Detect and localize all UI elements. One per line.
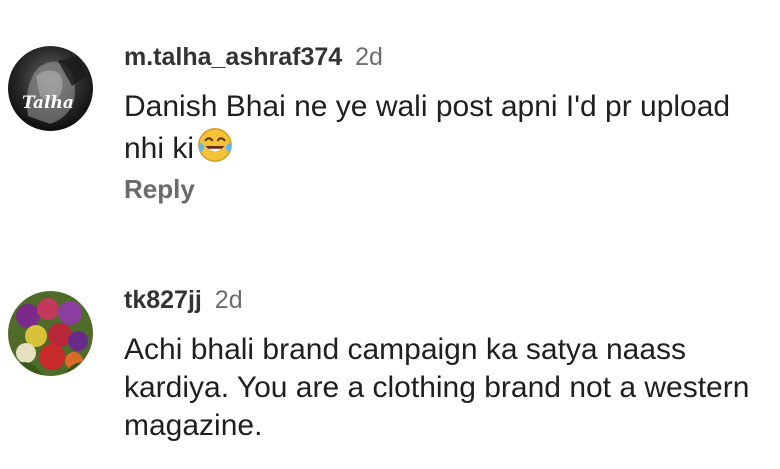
comment-header: tk827jj 2d: [124, 285, 243, 315]
reply-button[interactable]: Reply: [124, 174, 195, 205]
timestamp: 2d: [355, 43, 383, 71]
username[interactable]: tk827jj: [124, 286, 202, 314]
comment-text: Danish Bhai ne ye wali post apni I'd pr …: [124, 88, 764, 168]
svg-text:Talha: Talha: [22, 93, 74, 113]
timestamp: 2d: [214, 286, 243, 314]
avatar[interactable]: Talha: [8, 46, 93, 131]
avatar-image: Talha: [8, 46, 93, 131]
comment-text: Achi bhali brand campaign ka satya naass…: [124, 333, 750, 442]
avatar-image: [8, 291, 93, 376]
comment-header: m.talha_ashraf374 2d: [124, 42, 383, 72]
avatar[interactable]: [8, 291, 93, 376]
face-with-tears-of-joy-icon: [198, 128, 232, 162]
username[interactable]: m.talha_ashraf374: [124, 43, 342, 71]
